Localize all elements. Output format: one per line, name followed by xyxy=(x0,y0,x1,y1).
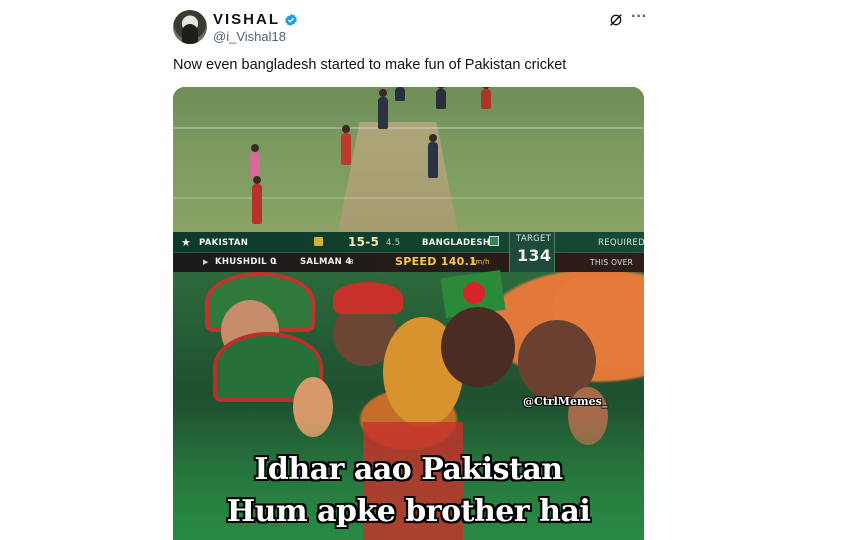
required-label: REQUIRED xyxy=(598,238,644,248)
meme-caption-line1: Idhar aao Pakistan xyxy=(254,452,563,487)
batter1-name: KHUSHDIL 0 xyxy=(215,257,277,267)
target-value: 134 xyxy=(517,246,552,265)
scoreboard: ★ PAKISTAN 15-5 4.5 BANGLADESH TARGET 13… xyxy=(173,232,644,272)
tweet-media[interactable]: ★ PAKISTAN 15-5 4.5 BANGLADESH TARGET 13… xyxy=(173,87,644,540)
overs: 4.5 xyxy=(386,238,401,248)
fielder-figure xyxy=(436,87,446,109)
star-icon: ★ xyxy=(181,236,192,249)
red-headband xyxy=(333,282,403,314)
speed-unit: km/h xyxy=(471,258,490,266)
tweet-text: Now even bangladesh started to make fun … xyxy=(173,57,567,73)
bowler-figure xyxy=(341,125,351,165)
batter-figure xyxy=(378,89,388,129)
tweet-header: VISHAL @i_Vishal18 ··· xyxy=(173,9,649,48)
batter2-balls: 8 xyxy=(349,258,354,266)
team2-logo-icon xyxy=(489,236,499,246)
ball-speed: SPEED 140.1 xyxy=(395,255,478,268)
target-box: TARGET 134 xyxy=(509,232,555,272)
meme-watermark: @CtrlMemes_ xyxy=(523,395,608,408)
team1-name: PAKISTAN xyxy=(199,238,249,248)
flag-circle xyxy=(463,282,485,304)
verified-badge-icon xyxy=(285,13,297,26)
team2-name: BANGLADESH xyxy=(422,238,491,248)
fielder-figure xyxy=(481,87,491,109)
batter1-balls: 1 xyxy=(273,258,278,266)
fielder-figure xyxy=(252,176,262,224)
avatar[interactable] xyxy=(173,10,207,44)
this-over-label: THIS OVER xyxy=(590,258,634,267)
field-line xyxy=(173,197,644,199)
author-name-row: VISHAL xyxy=(213,11,298,28)
meme-caption-line2: Hum apke brother hai xyxy=(226,494,591,529)
cricket-field-image xyxy=(173,87,644,232)
author-handle[interactable]: @i_Vishal18 xyxy=(213,29,286,44)
flag-icon xyxy=(314,237,323,246)
team1-score: 15-5 xyxy=(348,235,380,249)
batter2-name: SALMAN 4 xyxy=(300,257,352,267)
fan-face xyxy=(441,307,515,387)
more-icon[interactable]: ··· xyxy=(629,9,649,28)
field-line xyxy=(173,127,644,129)
batter-figure xyxy=(428,134,438,178)
grok-icon[interactable] xyxy=(608,12,624,28)
pitch xyxy=(338,122,458,232)
umpire-figure xyxy=(250,144,260,178)
target-label: TARGET xyxy=(516,234,552,244)
author-display-name[interactable]: VISHAL xyxy=(213,11,280,28)
fielder-figure xyxy=(395,87,405,101)
crowd-meme-image: @CtrlMemes_ Idhar aao Pakistan Hum apke … xyxy=(173,270,644,540)
batter-arrow-icon: ▶ xyxy=(203,258,209,266)
